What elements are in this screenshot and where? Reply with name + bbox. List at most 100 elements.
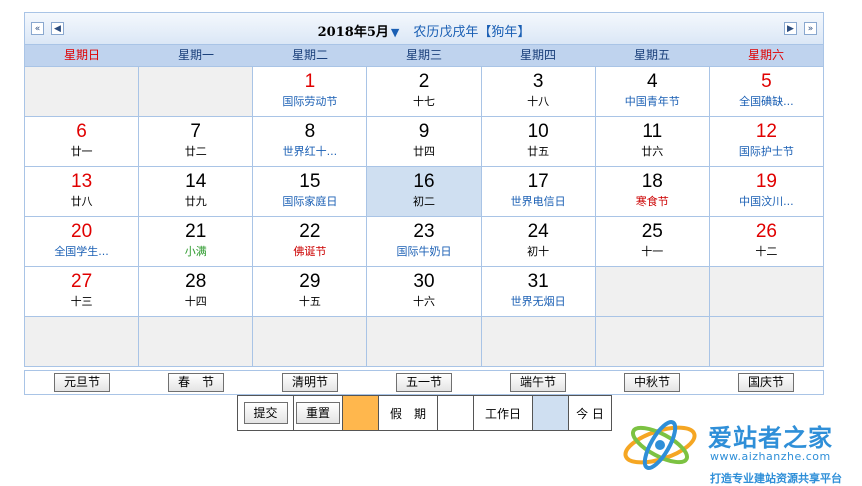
day-subtext: 十三 <box>70 295 93 308</box>
festival-button-spring[interactable]: 春 节 <box>168 373 224 392</box>
day-cell[interactable]: 7 廿二 <box>139 117 254 167</box>
day-cell[interactable]: 31 世界无烟日 <box>481 267 596 317</box>
day-cell[interactable]: 3 十八 <box>481 67 596 117</box>
day-cell[interactable]: 10 廿五 <box>481 117 596 167</box>
day-subtext: 廿八 <box>70 195 93 208</box>
day-cell[interactable]: 12 国际护士节 <box>709 117 824 167</box>
day-subtext: 十一 <box>641 245 664 258</box>
workday-label: 工作日 <box>474 396 533 430</box>
festival-button-dragonboat[interactable]: 端午节 <box>510 373 566 392</box>
day-cell[interactable]: 30 十六 <box>367 267 482 317</box>
day-cell[interactable]: 26 十二 <box>709 217 824 267</box>
workday-swatch[interactable] <box>438 396 474 430</box>
empty-day-cell <box>367 317 482 367</box>
day-subtext: 中国青年节 <box>624 95 680 108</box>
day-subtext: 十八 <box>527 95 550 108</box>
day-number: 28 <box>185 271 207 292</box>
day-cell[interactable]: 21 小满 <box>139 217 254 267</box>
festival-button-mayday[interactable]: 五一节 <box>396 373 452 392</box>
festival-button-newyear[interactable]: 元旦节 <box>54 373 110 392</box>
day-cell[interactable]: 22 佛诞节 <box>253 217 368 267</box>
watermark-url: www.aizhanzhe.com <box>710 450 831 463</box>
day-subtext: 初二 <box>412 195 435 208</box>
day-number: 14 <box>185 171 207 192</box>
day-number: 26 <box>755 221 777 242</box>
day-subtext: 全国碘缺... <box>739 95 794 108</box>
day-number: 29 <box>299 271 321 292</box>
day-subtext: 十七 <box>412 95 435 108</box>
day-cell[interactable]: 11 廿六 <box>595 117 710 167</box>
watermark-logo: 爱站者之家 www.aizhanzhe.com 打造专业建站资源共享平台 <box>618 415 862 485</box>
day-number: 8 <box>304 121 316 142</box>
day-cell[interactable]: 19 中国汶川... <box>709 167 824 217</box>
day-cell[interactable]: 9 廿四 <box>367 117 482 167</box>
day-subtext: 廿四 <box>412 145 435 158</box>
empty-day-cell <box>253 317 368 367</box>
day-subtext: 国际牛奶日 <box>396 245 452 258</box>
today-swatch[interactable] <box>533 396 569 430</box>
day-number: 17 <box>527 171 549 192</box>
day-number: 6 <box>76 121 87 142</box>
next-month-button[interactable]: ▶ <box>784 22 797 35</box>
day-number: 22 <box>299 221 321 242</box>
weekday-mon: 星期一 <box>177 48 214 62</box>
day-number: 21 <box>185 221 207 242</box>
reset-button[interactable]: 重置 <box>296 402 340 424</box>
day-cell[interactable]: 14 廿九 <box>139 167 254 217</box>
weekday-sun: 星期日 <box>63 48 100 62</box>
day-cell[interactable]: 5 全国碘缺... <box>709 67 824 117</box>
day-cell[interactable]: 24 初十 <box>481 217 596 267</box>
empty-day-cell <box>595 317 710 367</box>
calendar-header: « ◀ 2018年5月 ▼ 农历戊戌年【狗年】 ▶ » <box>24 12 824 45</box>
day-cell[interactable]: 28 十四 <box>139 267 254 317</box>
next-year-button[interactable]: » <box>804 22 817 35</box>
day-subtext: 佛诞节 <box>293 245 327 258</box>
submit-cell: 提交 <box>238 396 294 430</box>
day-number: 2 <box>418 71 430 92</box>
day-number: 13 <box>71 171 93 192</box>
festival-button-national[interactable]: 国庆节 <box>738 373 794 392</box>
month-dropdown-icon[interactable]: ▼ <box>391 26 399 39</box>
weekday-fri: 星期五 <box>633 48 670 62</box>
day-cell[interactable]: 17 世界电信日 <box>481 167 596 217</box>
day-cell[interactable]: 29 十五 <box>253 267 368 317</box>
day-cell[interactable]: 13 廿八 <box>25 167 140 217</box>
day-cell[interactable]: 16 初二 <box>367 167 482 217</box>
day-subtext: 全国学生... <box>54 245 109 258</box>
day-cell[interactable]: 1 国际劳动节 <box>253 67 368 117</box>
day-subtext: 世界电信日 <box>510 195 566 208</box>
day-number: 18 <box>641 171 663 192</box>
day-cell[interactable]: 15 国际家庭日 <box>253 167 368 217</box>
empty-day-cell <box>139 67 254 117</box>
day-cell[interactable]: 20 全国学生... <box>25 217 140 267</box>
day-number: 30 <box>413 271 435 292</box>
day-subtext: 廿一 <box>70 145 93 158</box>
festival-button-qingming[interactable]: 清明节 <box>282 373 338 392</box>
day-cell[interactable]: 25 十一 <box>595 217 710 267</box>
day-grid: 1 国际劳动节 2 十七 3 十八 4 中国青年节 5 全国碘缺... 6 廿一 7 廿二 8 世界红十...… <box>24 66 824 367</box>
holiday-swatch[interactable] <box>343 396 379 430</box>
day-subtext: 廿二 <box>184 145 207 158</box>
festival-button-midautumn[interactable]: 中秋节 <box>624 373 680 392</box>
day-subtext: 国际家庭日 <box>282 195 338 208</box>
day-number: 10 <box>527 121 549 142</box>
festival-bar: 元旦节 春 节 清明节 五一节 端午节 中秋节 国庆节 <box>24 370 824 395</box>
day-cell[interactable]: 23 国际牛奶日 <box>367 217 482 267</box>
submit-button[interactable]: 提交 <box>243 402 288 424</box>
day-subtext: 世界无烟日 <box>510 295 566 308</box>
legend-toolbar: 提交 重置 假 期 工作日 今 日 <box>237 395 612 431</box>
day-number: 16 <box>413 171 435 192</box>
day-cell[interactable]: 18 寒食节 <box>595 167 710 217</box>
day-cell[interactable]: 2 十七 <box>367 67 482 117</box>
day-cell[interactable]: 27 十三 <box>25 267 140 317</box>
day-subtext: 中国汶川... <box>739 195 794 208</box>
day-number: 19 <box>755 171 777 192</box>
day-cell[interactable]: 6 廿一 <box>25 117 140 167</box>
watermark-name: 爱站者之家 <box>708 424 833 452</box>
day-subtext: 十六 <box>412 295 435 308</box>
day-number: 20 <box>71 221 93 242</box>
day-subtext: 廿五 <box>527 145 550 158</box>
day-subtext: 廿九 <box>184 195 207 208</box>
day-cell[interactable]: 4 中国青年节 <box>595 67 710 117</box>
day-cell[interactable]: 8 世界红十... <box>253 117 368 167</box>
